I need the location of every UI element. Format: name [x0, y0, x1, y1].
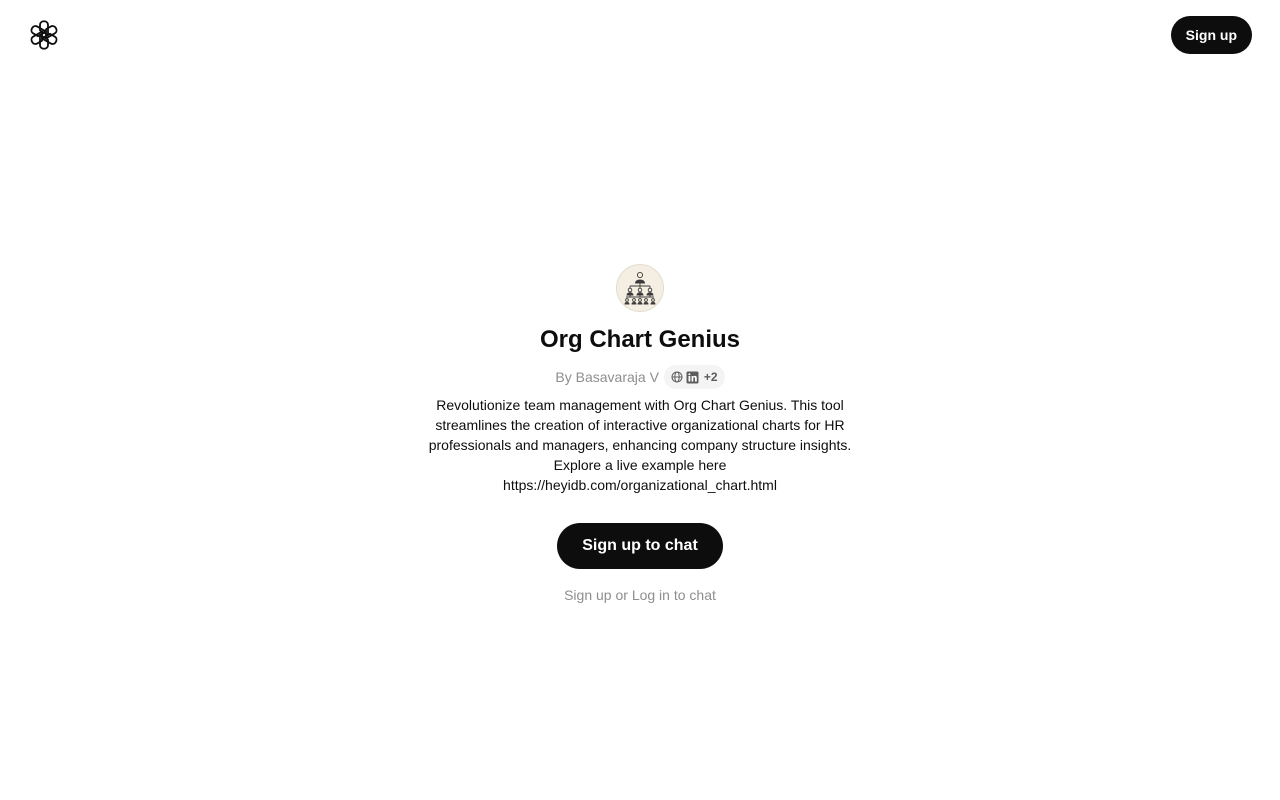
- signup-button[interactable]: Sign up: [1170, 16, 1252, 54]
- more-links-count[interactable]: +2: [704, 370, 718, 384]
- top-bar: Sign up: [0, 0, 1280, 70]
- gpt-title: Org Chart Genius: [539, 326, 741, 353]
- gpt-avatar: [616, 264, 664, 312]
- to-chat-text: to chat: [669, 587, 716, 603]
- auth-links: Sign up or Log in to chat: [564, 587, 716, 603]
- login-link[interactable]: Log in: [632, 587, 670, 603]
- description-line: Explore a live example here: [553, 457, 727, 473]
- globe-icon[interactable]: [671, 371, 683, 383]
- gpt-description: Revolutionize team management with Org C…: [410, 395, 870, 495]
- social-links[interactable]: +2: [663, 365, 725, 389]
- description-line: https://heyidb.com/organizational_chart.…: [503, 477, 777, 493]
- signup-to-chat-button[interactable]: Sign up to chat: [557, 523, 723, 569]
- signup-link[interactable]: Sign up: [564, 587, 611, 603]
- author-name: By Basavaraja V: [555, 369, 659, 385]
- or-text: or: [611, 587, 632, 603]
- description-line: Revolutionize team management with Org C…: [436, 397, 844, 413]
- description-line: professionals and managers, enhancing co…: [428, 437, 852, 453]
- description-line: streamlines the creation of interactive …: [435, 417, 845, 433]
- linkedin-icon[interactable]: [686, 371, 699, 384]
- gpt-intro: Org Chart Genius By Basavaraja V +2 Revo…: [0, 264, 1280, 603]
- org-chart-icon: [624, 271, 656, 305]
- author-line: By Basavaraja V +2: [555, 365, 725, 389]
- openai-logo-icon[interactable]: [27, 18, 61, 52]
